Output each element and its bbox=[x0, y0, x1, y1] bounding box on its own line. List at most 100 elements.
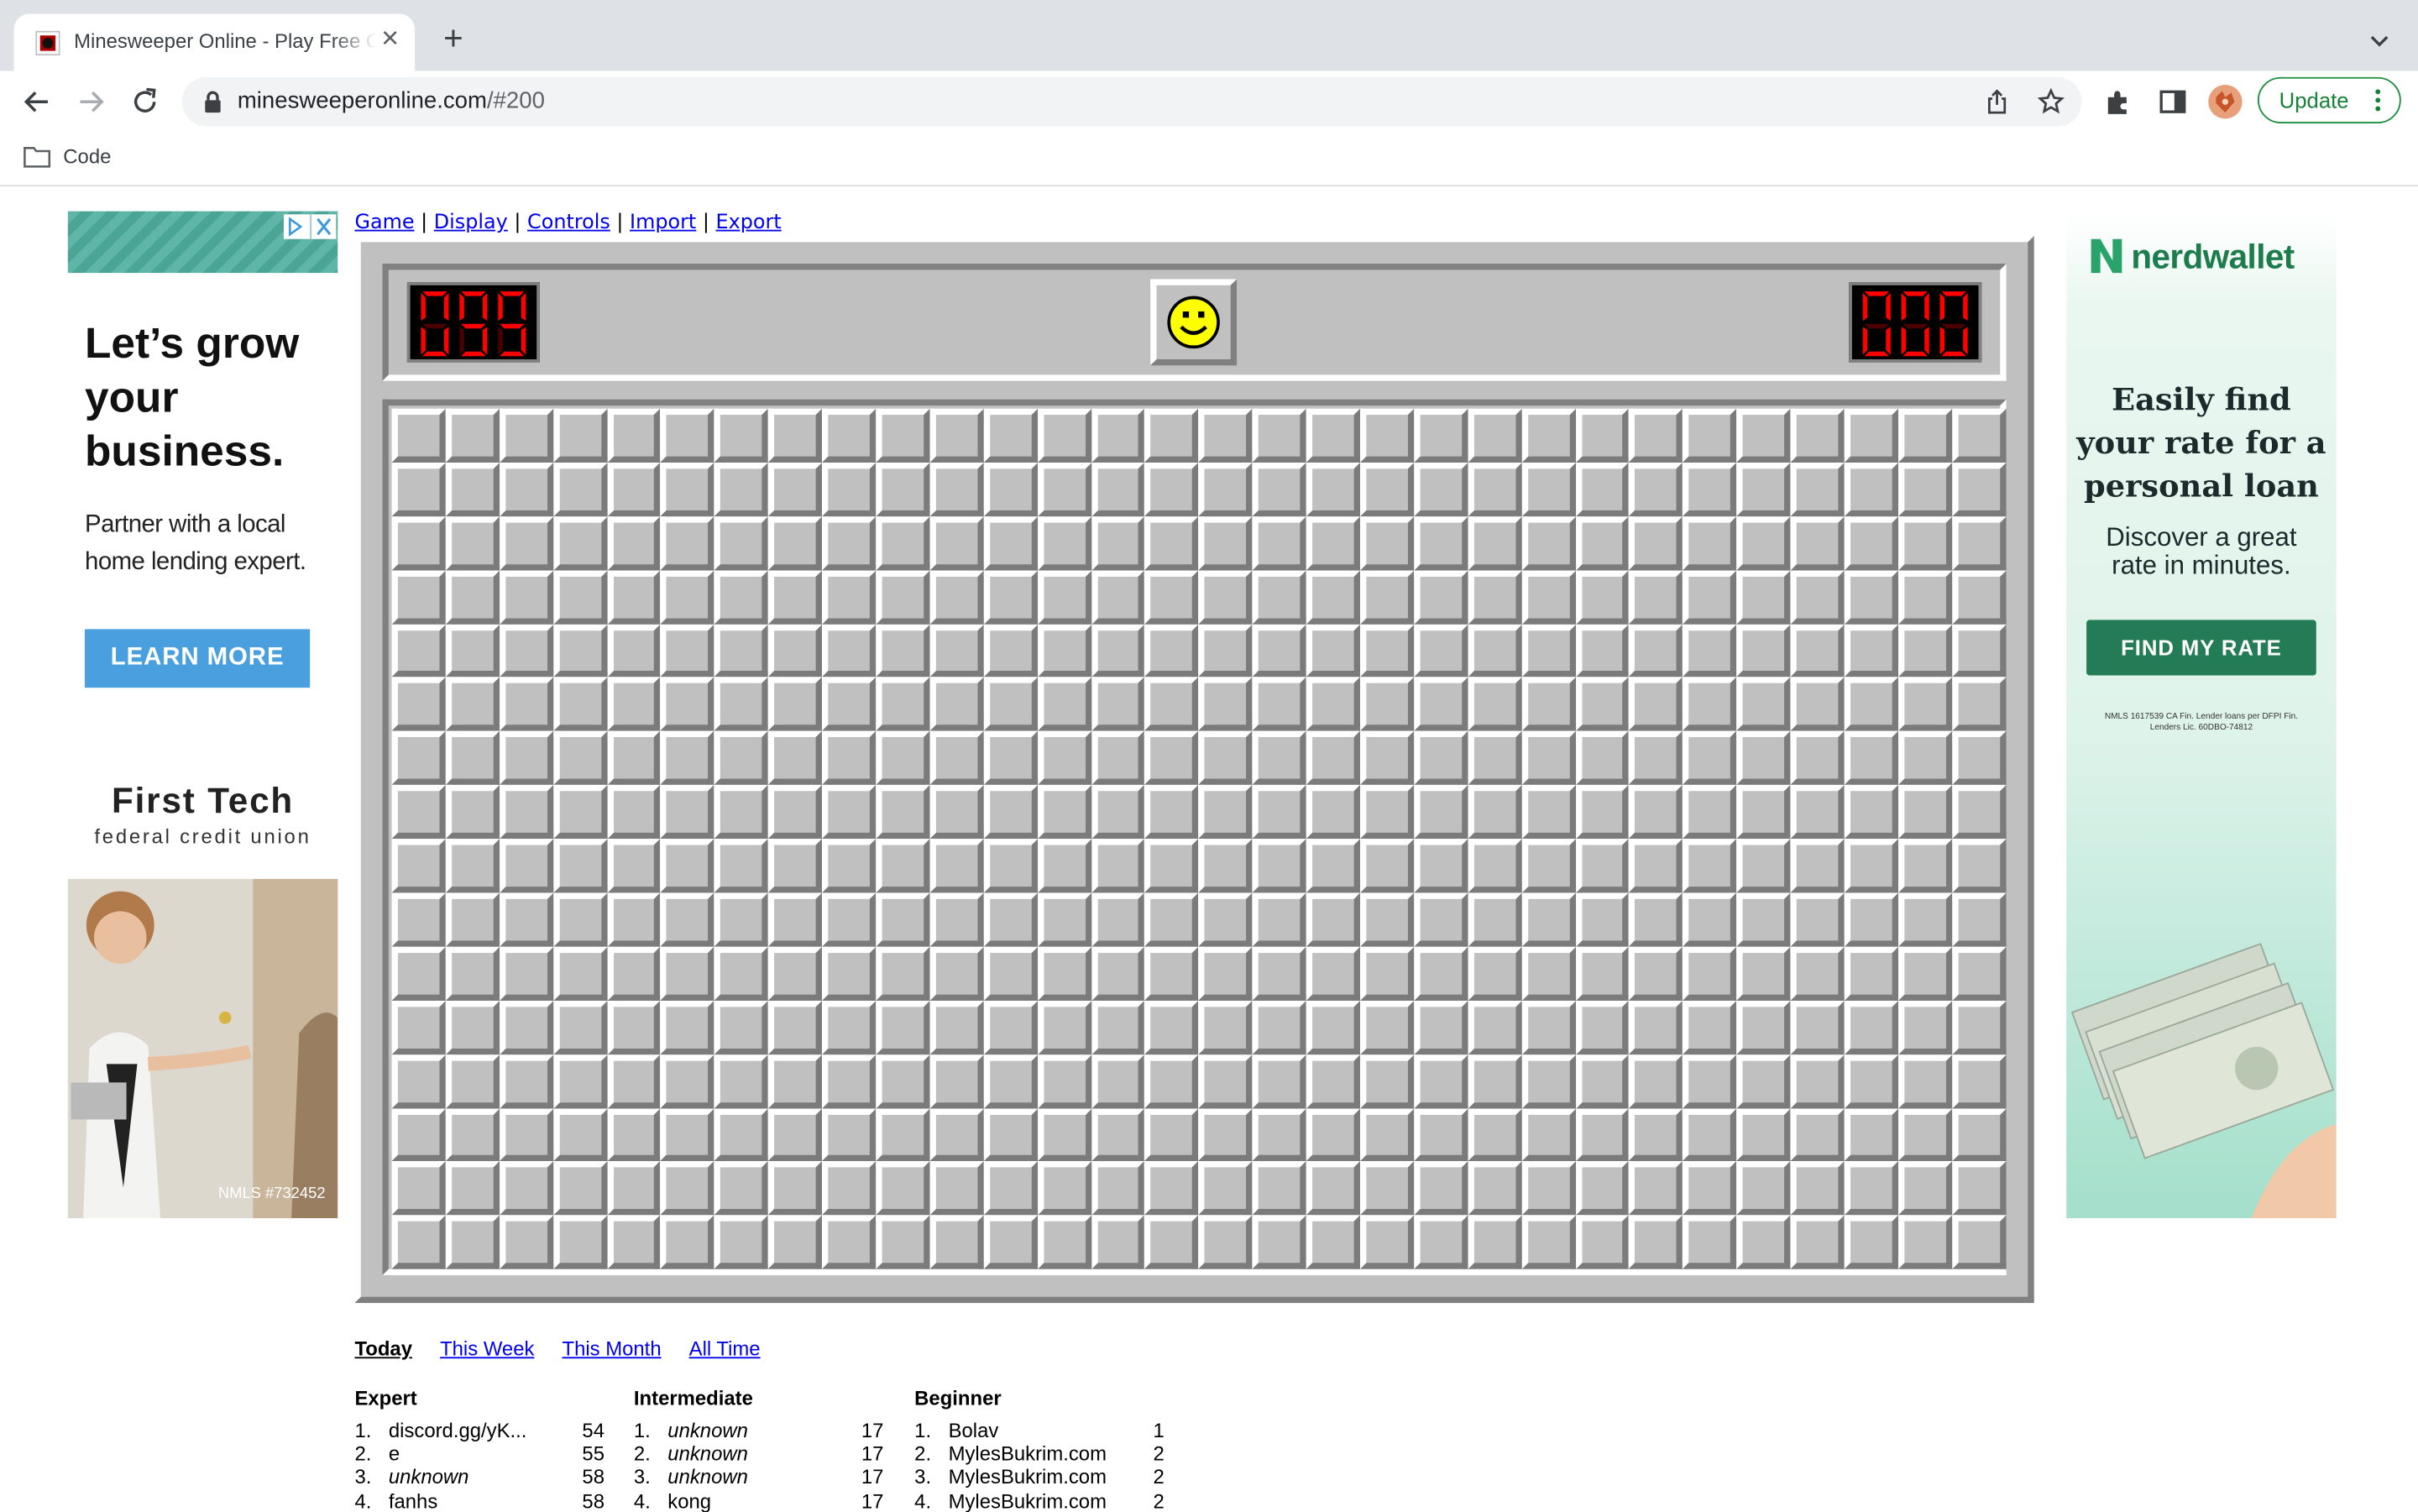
unrevealed-cell[interactable] bbox=[1414, 1107, 1468, 1162]
unrevealed-cell[interactable] bbox=[499, 785, 553, 840]
unrevealed-cell[interactable] bbox=[391, 1000, 446, 1054]
unrevealed-cell[interactable] bbox=[552, 1000, 607, 1054]
tab-this-week[interactable]: This Week bbox=[440, 1337, 534, 1360]
unrevealed-cell[interactable] bbox=[1683, 785, 1737, 840]
unrevealed-cell[interactable] bbox=[822, 839, 877, 893]
unrevealed-cell[interactable] bbox=[1306, 1216, 1361, 1270]
unrevealed-cell[interactable] bbox=[606, 1161, 661, 1216]
unrevealed-cell[interactable] bbox=[1252, 731, 1306, 786]
unrevealed-cell[interactable] bbox=[391, 946, 446, 1001]
unrevealed-cell[interactable] bbox=[1629, 1107, 1683, 1162]
unrevealed-cell[interactable] bbox=[1252, 569, 1306, 625]
unrevealed-cell[interactable] bbox=[983, 731, 1038, 786]
unrevealed-cell[interactable] bbox=[391, 408, 446, 463]
unrevealed-cell[interactable] bbox=[1790, 892, 1845, 947]
unrevealed-cell[interactable] bbox=[1252, 408, 1306, 463]
unrevealed-cell[interactable] bbox=[1468, 892, 1522, 947]
unrevealed-cell[interactable] bbox=[552, 1161, 607, 1216]
unrevealed-cell[interactable] bbox=[606, 515, 661, 570]
unrevealed-cell[interactable] bbox=[1897, 569, 1952, 625]
unrevealed-cell[interactable] bbox=[1951, 892, 2007, 947]
unrevealed-cell[interactable] bbox=[1844, 462, 1898, 516]
unrevealed-cell[interactable] bbox=[1844, 1000, 1898, 1054]
unrevealed-cell[interactable] bbox=[768, 839, 823, 893]
unrevealed-cell[interactable] bbox=[822, 731, 877, 786]
unrevealed-cell[interactable] bbox=[1252, 678, 1306, 732]
unrevealed-cell[interactable] bbox=[1790, 1216, 1845, 1270]
unrevealed-cell[interactable] bbox=[1198, 892, 1253, 947]
unrevealed-cell[interactable] bbox=[1629, 946, 1683, 1001]
unrevealed-cell[interactable] bbox=[1521, 1000, 1576, 1054]
unrevealed-cell[interactable] bbox=[1037, 1161, 1091, 1216]
unrevealed-cell[interactable] bbox=[983, 946, 1038, 1001]
unrevealed-cell[interactable] bbox=[1144, 1216, 1199, 1270]
unrevealed-cell[interactable] bbox=[822, 946, 877, 1001]
unrevealed-cell[interactable] bbox=[876, 1216, 930, 1270]
unrevealed-cell[interactable] bbox=[1414, 1000, 1468, 1054]
unrevealed-cell[interactable] bbox=[768, 1107, 823, 1162]
unrevealed-cell[interactable] bbox=[1037, 1054, 1091, 1108]
unrevealed-cell[interactable] bbox=[1844, 408, 1898, 463]
unrevealed-cell[interactable] bbox=[876, 569, 930, 625]
unrevealed-cell[interactable] bbox=[660, 731, 715, 786]
unrevealed-cell[interactable] bbox=[606, 1000, 661, 1054]
unrevealed-cell[interactable] bbox=[1683, 569, 1737, 625]
unrevealed-cell[interactable] bbox=[1306, 515, 1361, 570]
unrevealed-cell[interactable] bbox=[768, 462, 823, 516]
unrevealed-cell[interactable] bbox=[552, 785, 607, 840]
unrevealed-cell[interactable] bbox=[1144, 785, 1199, 840]
unrevealed-cell[interactable] bbox=[1897, 892, 1952, 947]
unrevealed-cell[interactable] bbox=[1414, 839, 1468, 893]
unrevealed-cell[interactable] bbox=[768, 1161, 823, 1216]
unrevealed-cell[interactable] bbox=[660, 839, 715, 893]
unrevealed-cell[interactable] bbox=[499, 1216, 553, 1270]
tab-all-time[interactable]: All Time bbox=[689, 1337, 761, 1360]
unrevealed-cell[interactable] bbox=[552, 569, 607, 625]
unrevealed-cell[interactable] bbox=[445, 624, 500, 678]
unrevealed-cell[interactable] bbox=[445, 1216, 500, 1270]
unrevealed-cell[interactable] bbox=[1360, 892, 1415, 947]
reload-icon[interactable] bbox=[128, 85, 161, 118]
unrevealed-cell[interactable] bbox=[1468, 946, 1522, 1001]
unrevealed-cell[interactable] bbox=[1198, 785, 1253, 840]
unrevealed-cell[interactable] bbox=[1736, 785, 1791, 840]
unrevealed-cell[interactable] bbox=[1629, 785, 1683, 840]
unrevealed-cell[interactable] bbox=[929, 569, 984, 625]
unrevealed-cell[interactable] bbox=[1252, 1216, 1306, 1270]
unrevealed-cell[interactable] bbox=[768, 1216, 823, 1270]
unrevealed-cell[interactable] bbox=[1683, 1107, 1737, 1162]
unrevealed-cell[interactable] bbox=[929, 1054, 984, 1108]
unrevealed-cell[interactable] bbox=[1091, 785, 1145, 840]
unrevealed-cell[interactable] bbox=[1897, 408, 1952, 463]
unrevealed-cell[interactable] bbox=[822, 569, 877, 625]
unrevealed-cell[interactable] bbox=[499, 1161, 553, 1216]
unrevealed-cell[interactable] bbox=[1951, 515, 2007, 570]
unrevealed-cell[interactable] bbox=[1683, 624, 1737, 678]
unrevealed-cell[interactable] bbox=[1091, 408, 1145, 463]
unrevealed-cell[interactable] bbox=[1629, 408, 1683, 463]
unrevealed-cell[interactable] bbox=[1144, 839, 1199, 893]
unrevealed-cell[interactable] bbox=[983, 1161, 1038, 1216]
unrevealed-cell[interactable] bbox=[1037, 569, 1091, 625]
unrevealed-cell[interactable] bbox=[499, 1107, 553, 1162]
unrevealed-cell[interactable] bbox=[1360, 839, 1415, 893]
unrevealed-cell[interactable] bbox=[822, 1000, 877, 1054]
unrevealed-cell[interactable] bbox=[660, 892, 715, 947]
unrevealed-cell[interactable] bbox=[1306, 678, 1361, 732]
unrevealed-cell[interactable] bbox=[1360, 515, 1415, 570]
unrevealed-cell[interactable] bbox=[876, 1000, 930, 1054]
tab-close-icon[interactable]: ✕ bbox=[378, 27, 402, 52]
unrevealed-cell[interactable] bbox=[1037, 678, 1091, 732]
unrevealed-cell[interactable] bbox=[876, 1161, 930, 1216]
unrevealed-cell[interactable] bbox=[499, 515, 553, 570]
unrevealed-cell[interactable] bbox=[1575, 515, 1630, 570]
unrevealed-cell[interactable] bbox=[1736, 1054, 1791, 1108]
unrevealed-cell[interactable] bbox=[1575, 1054, 1630, 1108]
unrevealed-cell[interactable] bbox=[1091, 1107, 1145, 1162]
unrevealed-cell[interactable] bbox=[1897, 1216, 1952, 1270]
unrevealed-cell[interactable] bbox=[714, 462, 769, 516]
unrevealed-cell[interactable] bbox=[1575, 946, 1630, 1001]
unrevealed-cell[interactable] bbox=[768, 408, 823, 463]
unrevealed-cell[interactable] bbox=[1091, 1161, 1145, 1216]
unrevealed-cell[interactable] bbox=[1360, 1107, 1415, 1162]
